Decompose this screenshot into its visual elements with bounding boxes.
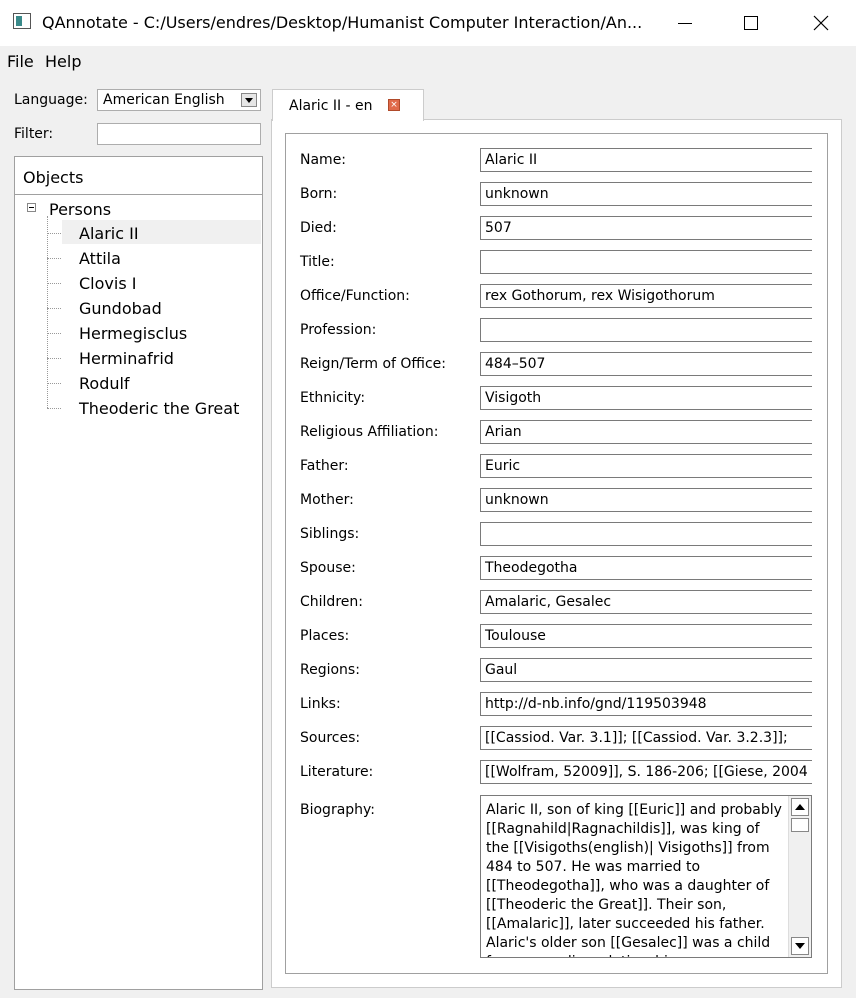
scroll-thumb[interactable] [791,818,809,832]
label-regions: Regions: [300,662,360,678]
label-profession: Profession: [300,322,377,338]
ethnicity-field[interactable]: Visigoth [480,386,812,410]
sources-field[interactable]: [[Cassiod. Var. 3.1]]; [[Cassiod. Var. 3… [480,726,812,750]
app-icon [13,13,31,29]
minimize-icon [678,23,692,24]
label-mother: Mother: [300,492,354,508]
biography-text: Alaric II, son of king [[Euric]] and pro… [486,802,782,957]
tree-branch [47,358,61,359]
tree-item-herminafrid[interactable]: Herminafrid [79,349,174,368]
maximize-button[interactable] [728,0,774,46]
label-religion: Religious Affiliation: [300,424,439,440]
filter-input[interactable] [97,123,261,145]
dropdown-arrow-icon[interactable] [241,93,257,107]
label-spouse: Spouse: [300,560,356,576]
tree-branch [47,408,61,409]
close-tab-icon[interactable]: × [388,99,400,111]
language-value: American English [103,92,225,108]
label-name: Name: [300,152,347,168]
close-button[interactable] [798,0,844,46]
language-label: Language: [14,92,88,108]
label-places: Places: [300,628,350,644]
links-field[interactable]: http://d-nb.info/gnd/119503948 [480,692,812,716]
spouse-field[interactable]: Theodegotha [480,556,812,580]
reign-field[interactable]: 484–507 [480,352,812,376]
close-icon [813,15,829,31]
father-field[interactable]: Euric [480,454,812,478]
tree-item-attila[interactable]: Attila [79,249,121,268]
tree-branch [47,333,61,334]
maximize-icon [744,16,758,30]
menu-bar: File Help [0,46,856,74]
literature-field[interactable]: [[Wolfram, 52009]], S. 186-206; [[Giese,… [480,760,812,784]
scroll-up-icon[interactable] [791,798,809,816]
tab-label: Alaric II - en [289,98,373,114]
collapse-icon[interactable] [27,203,36,212]
tree-item-theoderic-the-great[interactable]: Theoderic the Great [79,399,239,418]
tree-branch [47,308,61,309]
label-siblings: Siblings: [300,526,360,542]
label-reign: Reign/Term of Office: [300,356,446,372]
siblings-field[interactable] [480,522,812,546]
tree-item-clovis-i[interactable]: Clovis I [79,274,136,293]
label-born: Born: [300,186,338,202]
label-title: Title: [300,254,335,270]
mother-field[interactable]: unknown [480,488,812,512]
tab-alaric-ii-en[interactable]: Alaric II - en × [272,89,424,121]
filter-label: Filter: [14,126,54,142]
profession-field[interactable] [480,318,812,342]
tree-branch [47,233,61,234]
tree-guide-line [47,216,48,408]
children-field[interactable]: Amalaric, Gesalec [480,590,812,614]
biography-scrollbar[interactable] [788,796,811,957]
objects-tree[interactable]: Objects Persons [14,156,263,990]
label-died: Died: [300,220,337,236]
title-field[interactable] [480,250,812,274]
tree-item-alaric-ii[interactable]: Alaric II [79,224,139,243]
language-select[interactable]: American English [97,89,261,111]
title-bar: QAnnotate - C:/Users/endres/Desktop/Huma… [0,0,856,46]
name-field[interactable]: Alaric II [480,148,812,172]
label-literature: Literature: [300,764,374,780]
tree-item-hermegisclus[interactable]: Hermegisclus [79,324,187,343]
tree-branch [47,383,61,384]
biography-textarea[interactable]: Alaric II, son of king [[Euric]] and pro… [480,795,812,958]
places-field[interactable]: Toulouse [480,624,812,648]
regions-field[interactable]: Gaul [480,658,812,682]
menu-file[interactable]: File [7,52,34,71]
label-sources: Sources: [300,730,361,746]
objects-header[interactable]: Objects [15,157,262,195]
label-children: Children: [300,594,363,610]
minimize-button[interactable] [662,0,708,46]
scroll-down-icon[interactable] [791,937,809,955]
label-father: Father: [300,458,349,474]
label-biography: Biography: [300,802,376,818]
window-title: QAnnotate - C:/Users/endres/Desktop/Huma… [42,13,643,32]
tree-item-gundobad[interactable]: Gundobad [79,299,162,318]
tree-item-rodulf[interactable]: Rodulf [79,374,130,393]
died-field[interactable]: 507 [480,216,812,240]
born-field[interactable]: unknown [480,182,812,206]
label-links: Links: [300,696,341,712]
tree-branch [47,258,61,259]
religion-field[interactable]: Arian [480,420,812,444]
tree-node-persons[interactable]: Persons [49,200,111,219]
office-field[interactable]: rex Gothorum, rex Wisigothorum [480,284,812,308]
label-ethnicity: Ethnicity: [300,390,366,406]
label-office: Office/Function: [300,288,410,304]
tree-branch [47,283,61,284]
menu-help[interactable]: Help [45,52,81,71]
